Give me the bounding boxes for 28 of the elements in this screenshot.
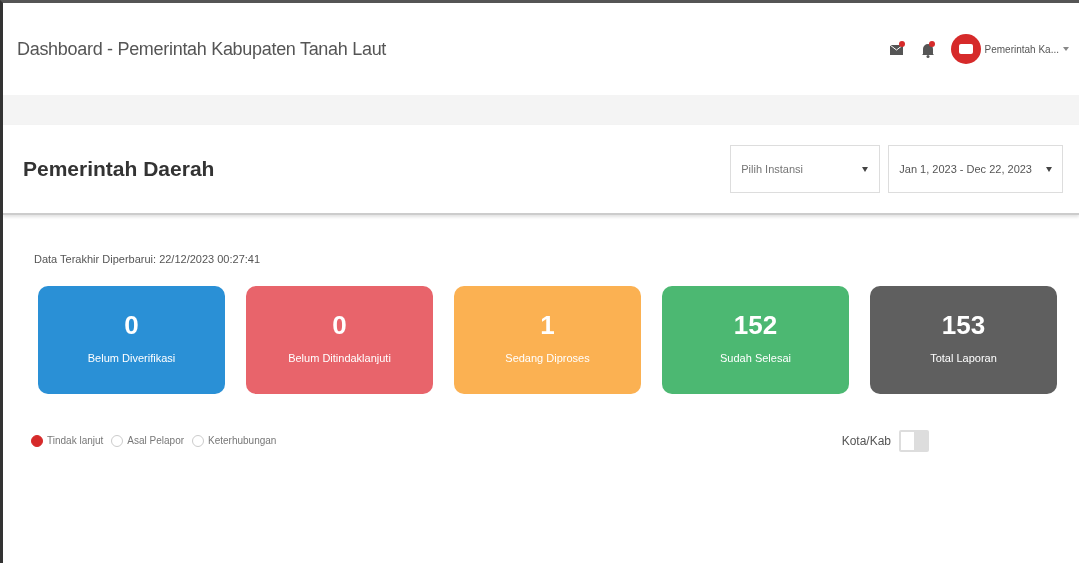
caret-icon bbox=[862, 167, 869, 172]
toggle-label: Kota/Kab bbox=[841, 432, 891, 450]
stat-value: 0 bbox=[124, 312, 139, 339]
avatar-icon[interactable] bbox=[950, 34, 981, 64]
caret-icon bbox=[1063, 47, 1069, 51]
page-title: Dashboard - Pemerintah Kabupaten Tanah Laut bbox=[17, 37, 387, 61]
radio-label: Tindak lanjut bbox=[47, 434, 104, 448]
radio-label: Asal Pelapor bbox=[127, 434, 185, 448]
stat-value: 152 bbox=[733, 312, 778, 339]
stat-value: 0 bbox=[332, 312, 347, 339]
caret-icon bbox=[1046, 166, 1052, 172]
mail-icon[interactable] bbox=[888, 41, 905, 57]
stat-label: Belum Diverifikasi bbox=[87, 351, 176, 367]
panel-title: Pemerintah Daerah bbox=[23, 156, 215, 183]
stat-value: 1 bbox=[540, 312, 555, 339]
stat-label: Total Laporan bbox=[930, 351, 997, 367]
stat-label: Sudah Selesai bbox=[720, 351, 791, 367]
radio-button[interactable] bbox=[31, 434, 43, 447]
toggle-switch[interactable] bbox=[899, 429, 929, 452]
stat-value: 153 bbox=[941, 312, 986, 339]
radio-label: Keterhubungan bbox=[208, 434, 277, 448]
stat-label: Belum Ditindaklanjuti bbox=[288, 351, 391, 367]
date-range-picker[interactable]: Jan 1, 2023 - Dec 22, 2023 bbox=[888, 145, 1063, 193]
user-menu[interactable]: Pemerintah Ka... bbox=[984, 41, 1059, 57]
last-updated-text: Data Terakhir Diperbarui: 22/12/2023 00:27:41 bbox=[34, 252, 262, 267]
instansi-select[interactable]: Pilih Instansi bbox=[730, 145, 881, 193]
stat-label: Sedang Diproses bbox=[505, 351, 590, 367]
bell-icon[interactable] bbox=[920, 40, 935, 58]
